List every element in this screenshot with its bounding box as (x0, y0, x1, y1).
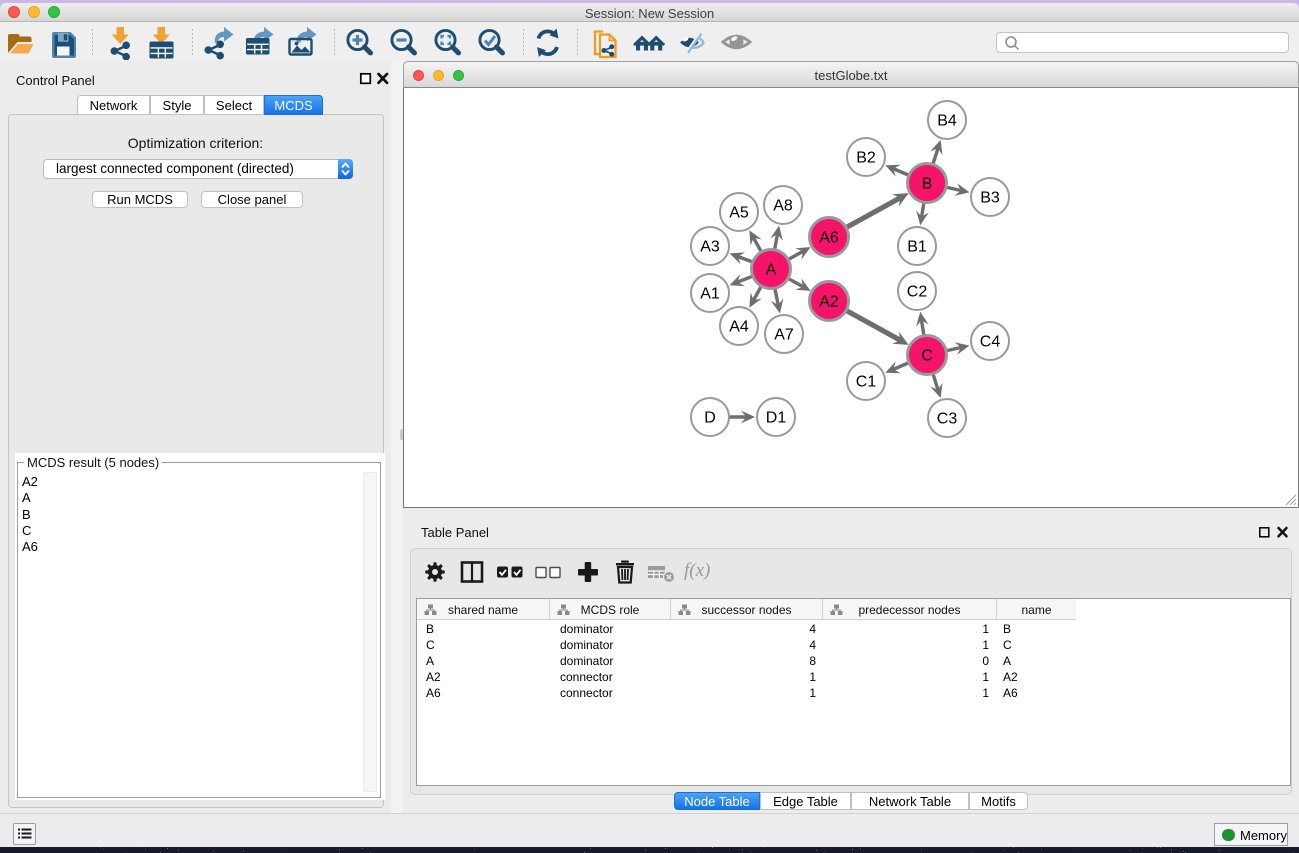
svg-text:C2: C2 (907, 284, 928, 301)
svg-text:B1: B1 (907, 239, 927, 256)
svg-text:A8: A8 (773, 198, 793, 215)
svg-text:B: B (922, 176, 933, 193)
svg-text:B3: B3 (980, 190, 1000, 207)
svg-text:B2: B2 (856, 150, 876, 167)
svg-text:D: D (704, 410, 716, 427)
svg-text:A1: A1 (700, 286, 720, 303)
svg-text:A6: A6 (819, 230, 839, 247)
svg-text:C: C (921, 348, 933, 365)
svg-text:C1: C1 (856, 374, 877, 391)
svg-text:A2: A2 (819, 294, 839, 311)
svg-text:A4: A4 (729, 319, 749, 336)
svg-text:A5: A5 (729, 205, 749, 222)
svg-text:B4: B4 (937, 113, 957, 130)
svg-text:A7: A7 (774, 327, 794, 344)
svg-text:D1: D1 (766, 410, 787, 427)
svg-text:C4: C4 (980, 334, 1001, 351)
svg-text:C3: C3 (937, 411, 958, 428)
svg-text:A: A (766, 262, 777, 279)
svg-text:A3: A3 (700, 239, 720, 256)
